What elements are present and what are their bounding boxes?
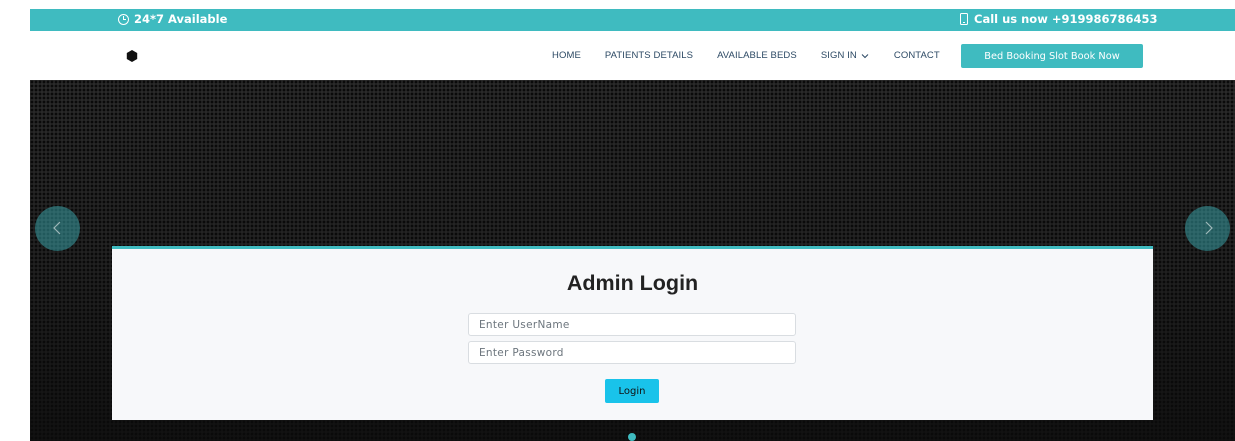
nav-patients-details[interactable]: PATIENTS DETAILS — [605, 50, 693, 61]
chevron-left-icon — [53, 221, 61, 235]
login-button[interactable]: Login — [605, 379, 659, 403]
login-title: Admin Login — [566, 271, 699, 295]
hero-slider: Admin Login Login — [30, 80, 1235, 441]
next-slide-button[interactable] — [1185, 206, 1230, 251]
nav-home[interactable]: HOME — [552, 50, 581, 61]
nav-contact[interactable]: CONTACT — [894, 50, 940, 61]
chevron-down-icon — [861, 53, 869, 58]
call-text[interactable]: Call us now +919986786453 — [974, 12, 1158, 26]
password-input[interactable] — [468, 341, 796, 364]
availability-info: 24*7 Available — [118, 12, 227, 26]
nav-sign-in-label: SIGN IN — [820, 50, 857, 61]
top-bar: 24*7 Available Call us now +919986786453 — [30, 9, 1235, 31]
slide-indicator[interactable] — [628, 433, 636, 441]
main-nav: HOME PATIENTS DETAILS AVAILABLE BEDS SIG… — [552, 50, 964, 61]
nav-sign-in[interactable]: SIGN IN — [821, 50, 870, 61]
admin-login-card: Admin Login Login — [112, 246, 1153, 420]
nav-available-beds[interactable]: AVAILABLE BEDS — [717, 50, 797, 61]
prev-slide-button[interactable] — [35, 206, 80, 251]
phone-icon — [960, 13, 968, 25]
logo-icon[interactable] — [126, 50, 138, 62]
page: 24*7 Available Call us now +919986786453… — [0, 0, 1235, 441]
book-slot-button[interactable]: Bed Booking Slot Book Now — [961, 44, 1143, 68]
clock-icon — [118, 13, 129, 25]
username-input[interactable] — [468, 313, 796, 336]
chevron-right-icon — [1205, 221, 1213, 235]
call-info[interactable]: Call us now +919986786453 — [960, 12, 1158, 26]
header: HOME PATIENTS DETAILS AVAILABLE BEDS SIG… — [30, 31, 1235, 80]
availability-text: 24*7 Available — [134, 12, 228, 26]
